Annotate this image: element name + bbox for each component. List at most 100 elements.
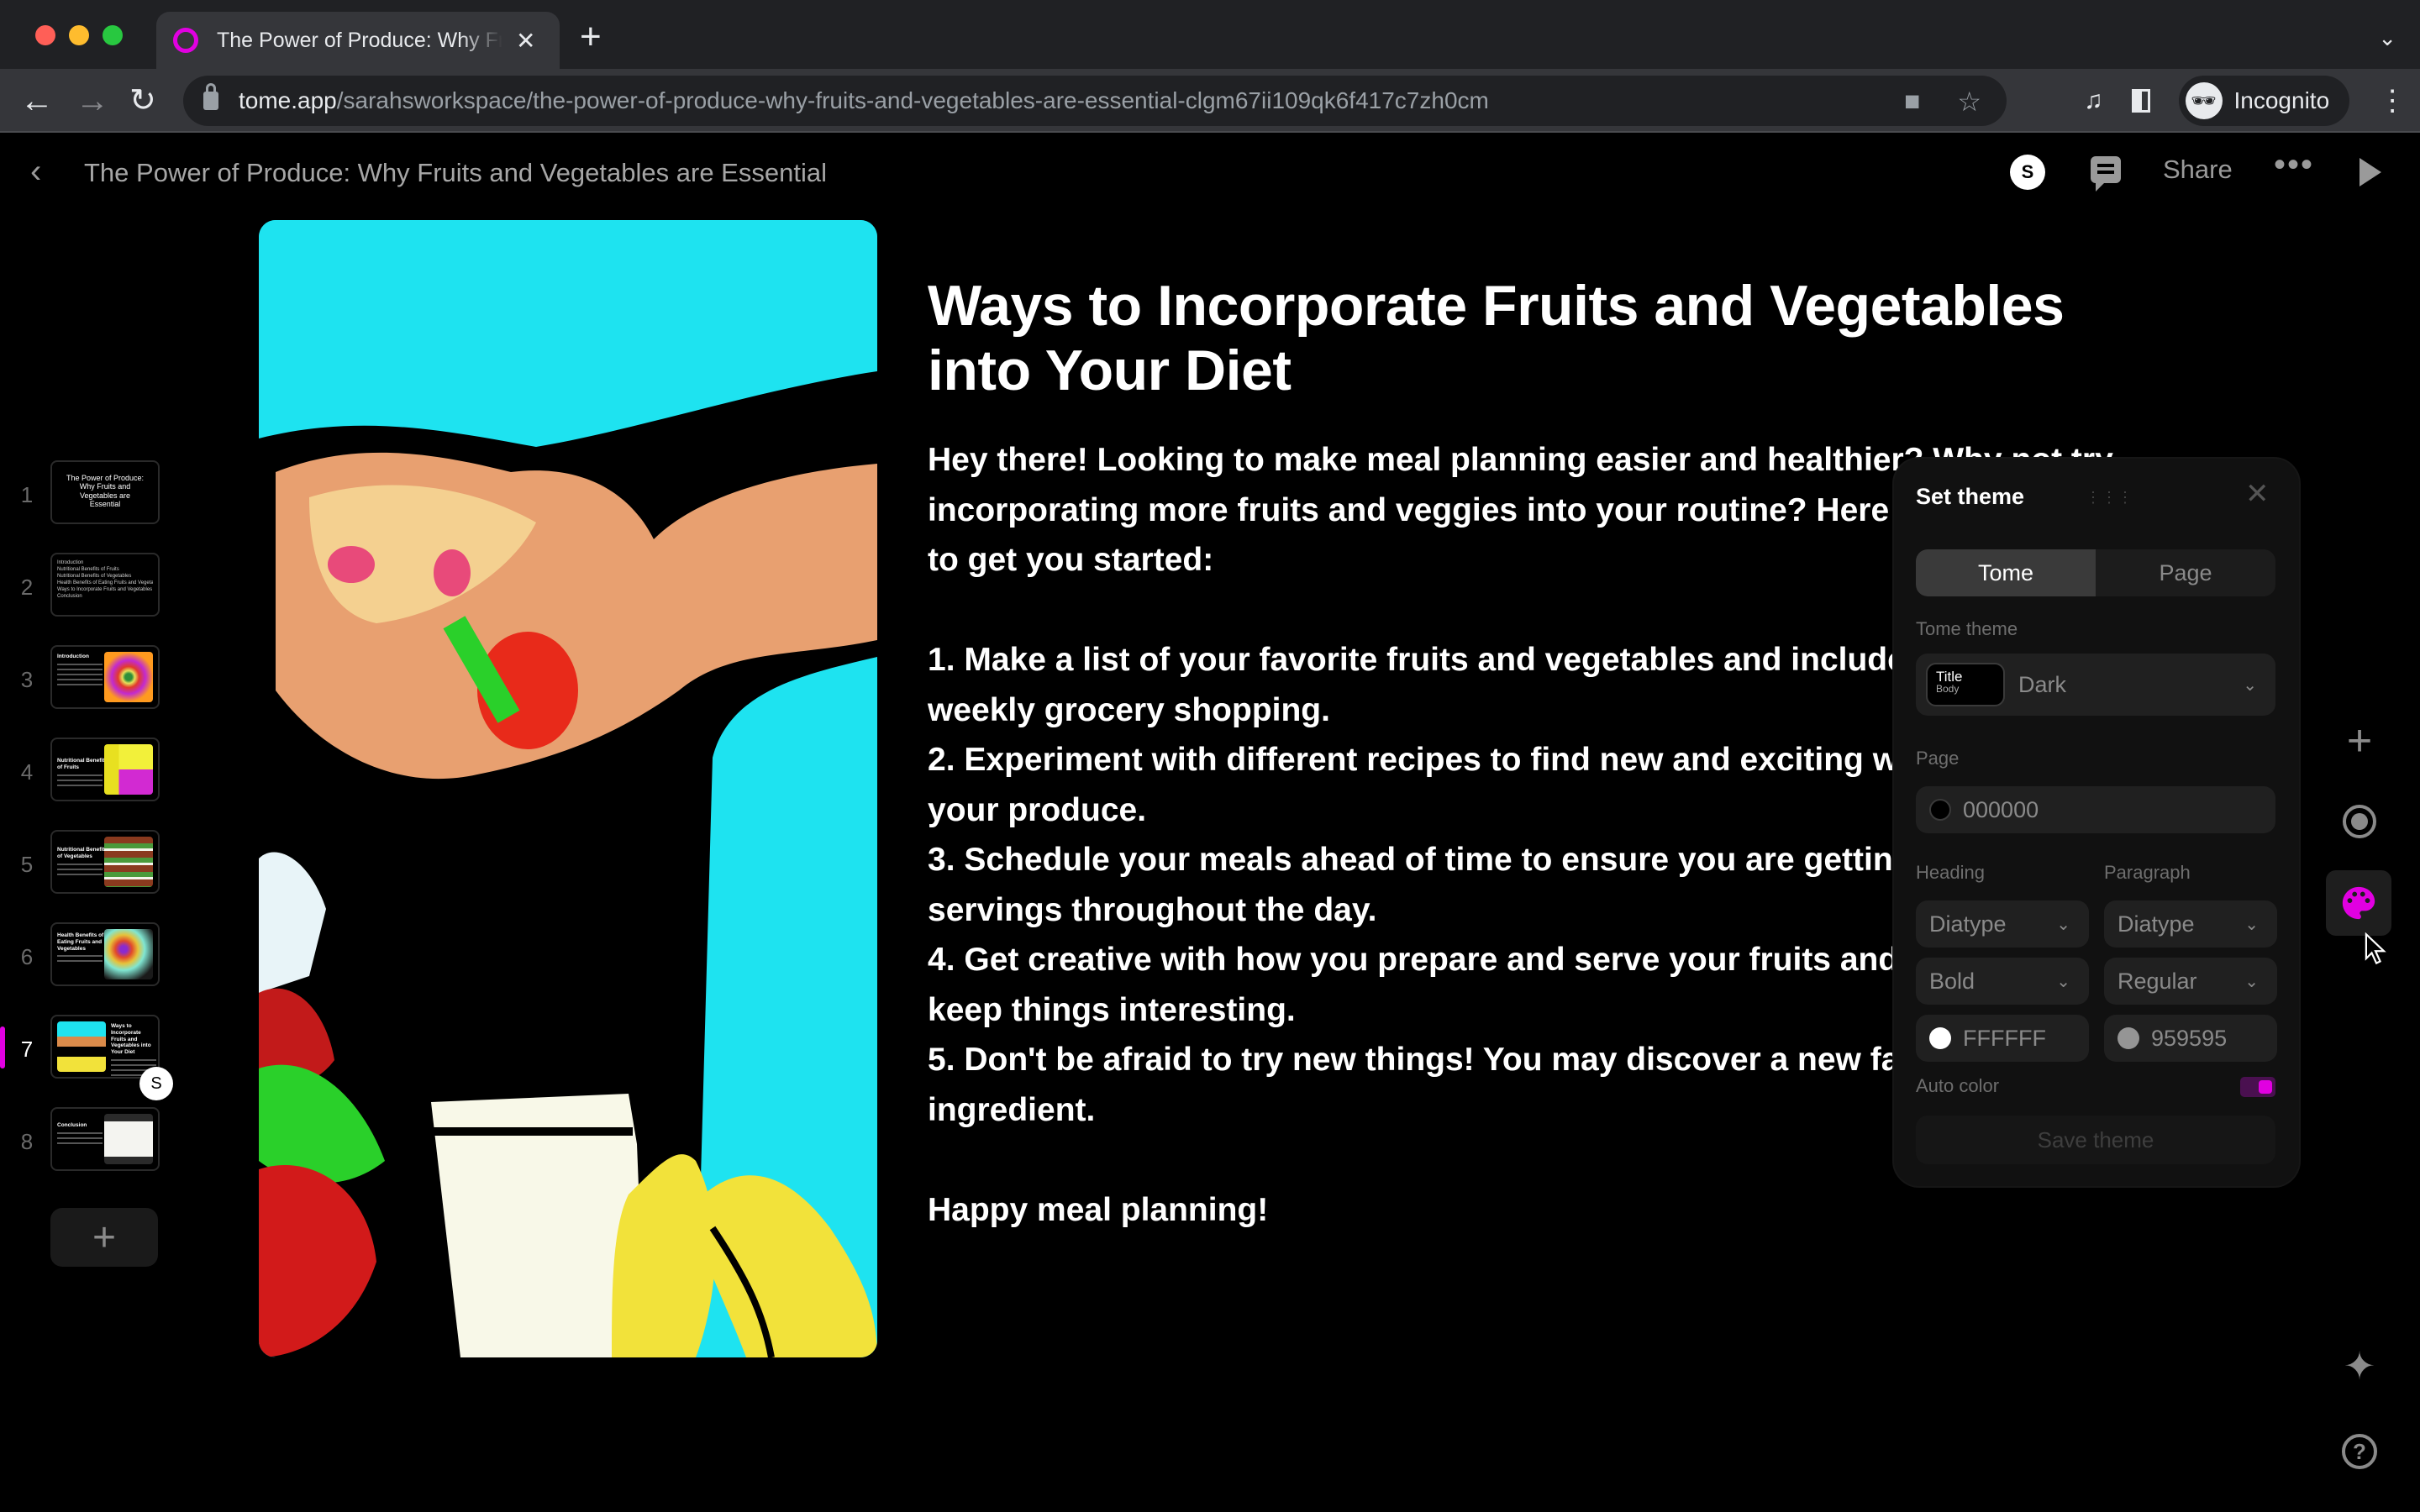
window-close-button[interactable]	[35, 25, 55, 45]
address-bar[interactable]: tome.app/sarahsworkspace/the-power-of-pr…	[183, 76, 2007, 126]
drag-handle-icon[interactable]: ⋮⋮⋮	[2086, 489, 2133, 507]
back-arrow-icon[interactable]: ←	[20, 81, 54, 121]
thumbnail-image	[104, 1114, 153, 1164]
paragraph-color-swatch[interactable]	[2118, 1027, 2139, 1049]
paragraph-font-value: Diatype	[2118, 911, 2195, 937]
page-thumbnail[interactable]: Introduction Nutritional Benefits of Fru…	[50, 553, 160, 617]
page-thumbnail[interactable]: Introduction	[50, 645, 160, 709]
theme-preview: Title Body	[1926, 663, 2005, 706]
theme-value: Dark	[2018, 671, 2067, 697]
produce-illustration	[259, 220, 877, 1357]
tab-tome[interactable]: Tome	[1916, 549, 2096, 596]
user-avatar[interactable]: S	[2010, 155, 2045, 190]
camera-blocked-icon[interactable]: ■	[1904, 86, 1920, 118]
tome-theme-label: Tome theme	[1916, 618, 2018, 639]
incognito-profile-button[interactable]: 🕶 Incognito	[2178, 76, 2350, 126]
document-title[interactable]: The Power of Produce: Why Fruits and Veg…	[84, 158, 827, 188]
paragraph-font-select[interactable]: Diatype ⌄	[2104, 900, 2277, 948]
comment-icon[interactable]	[2091, 156, 2121, 192]
thumbnail-line: Nutritional Benefits of Vegetables	[57, 574, 132, 580]
chevron-down-icon: ⌄	[2243, 675, 2257, 695]
incognito-icon: 🕶	[2185, 82, 2223, 119]
set-theme-panel: Set theme ⋮⋮⋮ ✕ Tome Page Tome theme Tit…	[1894, 459, 2299, 1186]
thumbnail-line: Introduction	[57, 560, 84, 565]
more-options-icon[interactable]: •••	[2274, 146, 2314, 184]
mouse-cursor-icon	[2365, 932, 2386, 965]
page-number: 5	[20, 852, 34, 877]
page-number: 4	[20, 759, 34, 785]
save-theme-button[interactable]: Save theme	[1916, 1116, 2275, 1164]
page-number: 2	[20, 575, 34, 600]
bookmark-star-icon[interactable]: ☆	[1957, 86, 1981, 118]
thumbnail-title: Ways to Incorporate Fruits and Vegetable…	[111, 1023, 151, 1056]
browser-tab-active[interactable]: The Power of Produce: Why Fruits and Veg…	[156, 12, 560, 69]
paragraph-weight-value: Regular	[2118, 968, 2197, 994]
tome-theme-select[interactable]: Title Body Dark ⌄	[1916, 654, 2275, 716]
page-thumbnail[interactable]: Nutritional Benefits of Fruits	[50, 738, 160, 801]
forward-arrow-icon[interactable]: →	[76, 81, 109, 121]
slide-closing: Happy meal planning!	[928, 1191, 1269, 1228]
active-page-indicator	[0, 1026, 5, 1068]
ai-sparkle-icon[interactable]: ✦	[2334, 1341, 2385, 1391]
page-color-input[interactable]: 000000	[1916, 786, 2275, 833]
reload-icon[interactable]: ↻	[129, 81, 156, 121]
back-chevron-icon[interactable]: ‹	[30, 153, 41, 191]
page-number: 1	[20, 482, 34, 507]
slide-heading[interactable]: Ways to Incorporate Fruits and Vegetable…	[928, 274, 2104, 403]
paragraph-label: Paragraph	[2104, 862, 2191, 883]
media-control-icon[interactable]: ♫	[2084, 87, 2103, 115]
thumbnail-image	[57, 1021, 106, 1072]
new-tab-button[interactable]: +	[580, 18, 602, 55]
tab-page[interactable]: Page	[2096, 549, 2275, 596]
record-icon[interactable]	[2334, 796, 2385, 847]
page-thumbnail[interactable]: The Power of Produce: Why Fruits and Veg…	[50, 460, 160, 524]
heading-font-select[interactable]: Diatype ⌄	[1916, 900, 2089, 948]
share-button[interactable]: Share	[2163, 155, 2233, 185]
paragraph-weight-select[interactable]: Regular ⌄	[2104, 958, 2277, 1005]
lock-icon	[203, 83, 218, 110]
tab-close-icon[interactable]: ✕	[516, 27, 535, 55]
paragraph-color-value: 959595	[2151, 1025, 2228, 1051]
url-text: tome.app/sarahsworkspace/the-power-of-pr…	[239, 87, 1489, 113]
add-content-icon[interactable]: +	[2334, 716, 2385, 766]
window-zoom-button[interactable]	[103, 25, 123, 45]
tab-search-chevron-icon[interactable]: ⌄	[2378, 25, 2396, 51]
thumbnail-title: Nutritional Benefits of Fruits	[57, 758, 108, 770]
thumbnail-row: 8 Conclusion	[0, 1092, 185, 1201]
heading-font-value: Diatype	[1929, 911, 2007, 937]
close-icon[interactable]: ✕	[2245, 477, 2270, 511]
incognito-label: Incognito	[2233, 87, 2330, 113]
page-thumbnail[interactable]: Conclusion	[50, 1107, 160, 1171]
thumbnail-image	[104, 929, 153, 979]
page-number: 3	[20, 667, 34, 692]
chevron-down-icon: ⌄	[2244, 972, 2259, 991]
page-thumbnail[interactable]: Health Benefits of Eating Fruits and Veg…	[50, 922, 160, 986]
chevron-down-icon: ⌄	[2056, 972, 2070, 991]
auto-color-label: Auto color	[1916, 1075, 2000, 1096]
page-number: 6	[20, 944, 34, 969]
page-color-swatch[interactable]	[1929, 799, 1951, 821]
browser-tab-strip: The Power of Produce: Why Fruits and Veg…	[0, 0, 2420, 69]
thumbnail-image	[104, 744, 153, 795]
browser-menu-icon[interactable]: ⋮	[2378, 84, 2407, 118]
page-thumbnail[interactable]: Nutritional Benefits of Vegetables	[50, 830, 160, 894]
heading-color-input[interactable]: FFFFFF	[1916, 1015, 2089, 1062]
slide-image[interactable]	[259, 220, 877, 1357]
window-minimize-button[interactable]	[69, 25, 89, 45]
theme-preview-title: Title	[1936, 669, 1963, 685]
theme-palette-button[interactable]	[2326, 870, 2391, 936]
side-panel-icon[interactable]	[2131, 89, 2150, 113]
heading-weight-value: Bold	[1929, 968, 1975, 994]
help-icon[interactable]: ?	[2334, 1426, 2385, 1477]
theme-preview-body: Body	[1936, 683, 1960, 695]
page-thumbnail[interactable]: Ways to Incorporate Fruits and Vegetable…	[50, 1015, 160, 1079]
heading-color-swatch[interactable]	[1929, 1027, 1951, 1049]
thumbnail-title: Introduction	[57, 654, 89, 659]
heading-weight-select[interactable]: Bold ⌄	[1916, 958, 2089, 1005]
auto-color-toggle[interactable]	[2240, 1077, 2275, 1097]
add-page-button[interactable]: +	[50, 1208, 158, 1267]
thumbnail-title: The Power of Produce: Why Fruits and Veg…	[66, 474, 145, 509]
paragraph-color-input[interactable]: 959595	[2104, 1015, 2277, 1062]
present-play-icon[interactable]	[2360, 158, 2381, 186]
thumbnail-image	[104, 837, 153, 887]
